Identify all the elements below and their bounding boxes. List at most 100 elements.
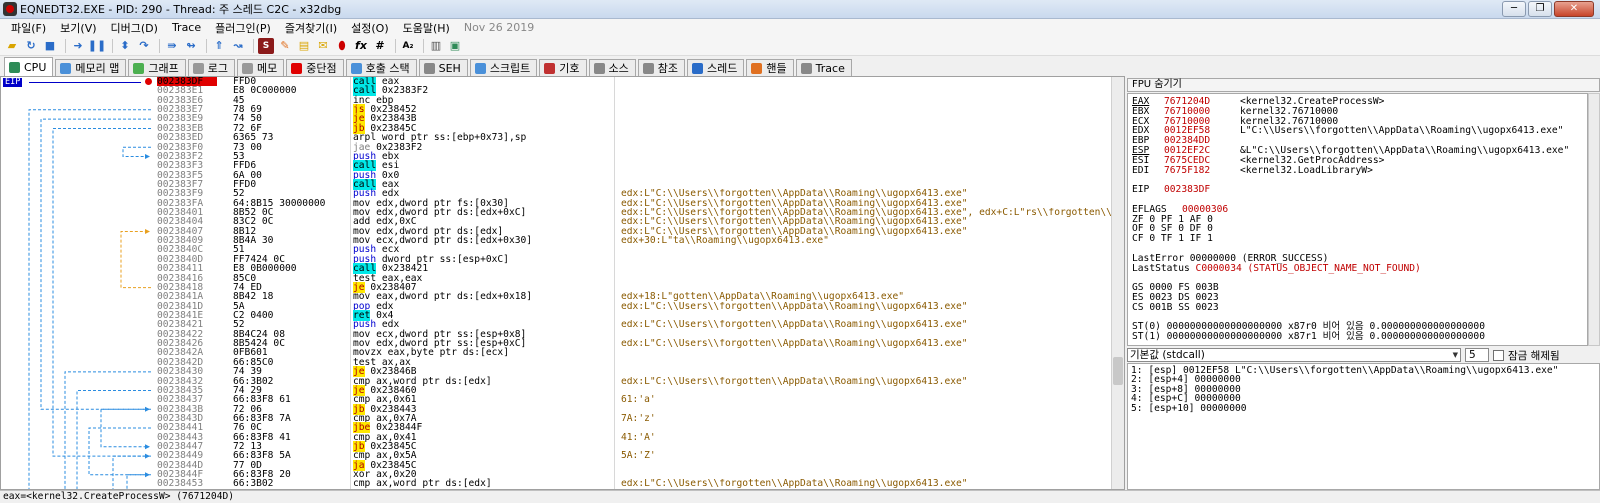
tab-seh[interactable]: SEH — [418, 59, 468, 76]
segment-row[interactable]: CS 001B SS 0023 — [1132, 302, 1219, 313]
close-button[interactable]: ✕ — [1554, 1, 1594, 17]
tab-symbols[interactable]: 기호 — [539, 59, 587, 76]
stop-icon[interactable]: ■ — [42, 38, 58, 54]
instruction-row[interactable]: 0023844D 77 0D ja 0x23845C — [155, 459, 1112, 471]
instruction-row[interactable]: 002383E1 E8 0C000000 call 0x2383F2 — [155, 85, 1112, 97]
module-icon[interactable]: ▥ — [428, 38, 444, 54]
flags-row[interactable]: CF 0 TF 1 IF 1 — [1132, 234, 1213, 244]
instruction-row[interactable]: 00238449 66:83F8 5A cmp ax,0x5A 5A:'Z' — [155, 451, 1112, 461]
instruction-row[interactable]: 002383ED 6365 73 arpl word ptr ss:[ebp+0x7… — [155, 133, 1112, 143]
menu-debug[interactable]: 디버그(D) — [104, 20, 165, 36]
instruction-row[interactable]: 00238453 66:3B02 cmp ax,word ptr ds:[edx] e… — [155, 479, 1112, 489]
instruction-row[interactable]: 00238411 E8 0B000000 call 0x238421 — [155, 263, 1112, 275]
instruction-row[interactable]: 0023844F 66:83F8 20 xor ax,0x20 — [155, 470, 1112, 480]
instruction-row[interactable]: 002383FA 64:8B15 30000000 mov edx,dword pt… — [155, 198, 1112, 208]
comment-icon[interactable]: ▤ — [296, 38, 312, 54]
function-icon[interactable]: fx — [353, 38, 369, 54]
tab-trace[interactable]: Trace — [795, 59, 852, 76]
instruction-row[interactable]: 002383F0 73 00 jae 0x2383F2 — [155, 142, 1112, 152]
hash-icon[interactable]: # — [372, 38, 388, 54]
instruction-row[interactable]: 0023841D 5A pop edx edx:L"C:\\Users\\forgot… — [155, 301, 1112, 311]
maximize-button[interactable]: ❐ — [1528, 1, 1552, 17]
instruction-row[interactable]: 00238409 8B4A 30 mov ecx,dword ptr ds:[edx… — [155, 236, 1112, 246]
fpu-register-row[interactable]: ST(1) 00000000000000000000 x87r1 비어 있음 0… — [1132, 332, 1485, 342]
instruction-row[interactable]: 0023842A 0FB601 movzx eax,byte ptr ds:[ecx… — [155, 348, 1112, 358]
menu-help[interactable]: 도움말(H) — [396, 20, 457, 36]
instruction-row[interactable]: 00238407 8B12 mov edx,dword ptr ds:[edx] ed… — [155, 226, 1112, 236]
tab-script[interactable]: 스크립트 — [469, 59, 538, 76]
scrollbar-thumb[interactable] — [1113, 357, 1123, 385]
register-value[interactable]: 7675F182 — [1164, 165, 1210, 176]
register-value[interactable]: 002383DF — [1164, 185, 1210, 195]
tab-breakpoint[interactable]: 중단점 — [286, 59, 344, 76]
tab-memory-map[interactable]: 메모리 맵 — [55, 59, 127, 76]
scylla-icon[interactable]: S — [258, 37, 274, 54]
label-icon[interactable]: ✉ — [315, 38, 331, 54]
instruction-row[interactable]: 002383E6 45 inc ebp — [155, 95, 1112, 105]
instruction-row[interactable]: 002383F2 53 push ebx — [155, 151, 1112, 161]
run-to-user-code-icon[interactable]: ↝ — [230, 38, 246, 54]
stack-args-view[interactable]: 1: [esp] 0012EF58 L"C:\\Users\\forgotten… — [1127, 363, 1600, 490]
instruction-row[interactable]: 0023840C 51 push ecx — [155, 245, 1112, 255]
open-icon[interactable]: ▰ — [4, 38, 20, 54]
instruction-row[interactable]: 00238422 8B4C24 08 mov ecx,dword ptr ss:[e… — [155, 329, 1112, 339]
registers-view[interactable]: EAX 7671204D <kernel32.CreateProcessW> EBX 7… — [1127, 93, 1588, 346]
instruction-row[interactable]: 0023841A 8B42 18 mov eax,dword ptr ds:[edx… — [155, 292, 1112, 302]
instruction-row[interactable]: 002383F5 6A 00 push 0x0 — [155, 170, 1112, 180]
menu-view[interactable]: 보기(V) — [53, 20, 103, 36]
instruction-row[interactable]: 00238421 52 push edx edx:L"C:\\Users\\forgo… — [155, 320, 1112, 330]
menu-file[interactable]: 파일(F) — [4, 20, 53, 36]
tab-cpu[interactable]: CPU — [4, 57, 54, 76]
calling-convention-select[interactable]: 기본값 (stdcall) — [1127, 348, 1461, 362]
instruction-row[interactable]: 002383E7 78 69 js 0x238452 — [155, 104, 1112, 116]
tab-handles[interactable]: 핸들 — [746, 59, 794, 76]
instruction-row[interactable]: 00238435 74 29 je 0x238460 — [155, 384, 1112, 396]
step-into-icon[interactable]: ⬍ — [117, 38, 133, 54]
execute-till-return-icon[interactable]: ⇑ — [211, 38, 227, 54]
instruction-row[interactable]: 00238404 83C2 0C add edx,0xC edx:L"C:\\User… — [155, 217, 1112, 227]
menu-plugins[interactable]: 플러그인(P) — [208, 20, 278, 36]
instruction-row[interactable]: 00238416 85C0 test eax,eax — [155, 273, 1112, 283]
registers-scrollbar[interactable] — [1588, 93, 1600, 346]
tab-log[interactable]: 로그 — [187, 59, 235, 76]
hide-fpu-button[interactable]: FPU 숨기기 — [1127, 78, 1600, 92]
instruction-row[interactable]: 002383EB 72 6F jb 0x23845C — [155, 122, 1112, 134]
current-instruction-row[interactable]: 002383DF FFD0 call eax — [155, 77, 1112, 87]
trace-over-icon[interactable]: ↬ — [183, 38, 199, 54]
run-icon[interactable]: ➜ — [70, 38, 86, 54]
tab-notes[interactable]: 메모 — [236, 59, 285, 76]
instruction-row[interactable]: 002383F3 FFD6 call esi — [155, 160, 1112, 172]
trace-into-icon[interactable]: ⇛ — [164, 38, 180, 54]
patch-icon[interactable]: ✎ — [277, 38, 293, 54]
unlocked-checkbox[interactable] — [1493, 349, 1504, 361]
instruction-row[interactable]: 002383F7 FFD0 call eax — [155, 178, 1112, 190]
stack-arg-row[interactable]: 5: [esp+10] 00000000 — [1131, 403, 1247, 413]
instruction-row[interactable]: 0023843B 72 06 jb 0x238443 — [155, 403, 1112, 415]
pause-icon[interactable]: ❚❚ — [88, 38, 106, 54]
instruction-row[interactable]: 0023840D FF7424 0C push dword ptr ss:[esp+… — [155, 254, 1112, 264]
tab-references[interactable]: 참조 — [637, 59, 686, 76]
string-icon[interactable]: A₂ — [400, 38, 416, 54]
tab-callstack[interactable]: 호출 스택 — [345, 59, 417, 76]
instruction-row[interactable]: 00238441 76 0C jbe 0x23844F — [155, 422, 1112, 434]
instruction-row[interactable]: 0023842D 66:85C0 test ax,ax — [155, 357, 1112, 367]
instruction-row[interactable]: 00238401 8B52 0C mov edx,dword ptr ds:[edx… — [155, 208, 1112, 218]
bookmark-icon[interactable]: ⬮ — [334, 38, 350, 54]
instruction-row[interactable]: 00238418 74 ED je 0x238407 — [155, 281, 1112, 293]
disassembly-scrollbar[interactable] — [1111, 77, 1124, 489]
restart-icon[interactable]: ↻ — [23, 38, 39, 54]
tab-graph[interactable]: 그래프 — [128, 59, 186, 76]
thread-icon[interactable]: ▣ — [447, 38, 463, 54]
menu-options[interactable]: 설정(O) — [344, 20, 395, 36]
minimize-button[interactable]: ─ — [1502, 1, 1526, 17]
tab-threads[interactable]: 스레드 — [687, 59, 745, 76]
instruction-row[interactable]: 00238432 66:3B02 cmp ax,word ptr ds:[edx] e… — [155, 376, 1112, 386]
tab-source[interactable]: 소스 — [588, 59, 636, 76]
menu-trace[interactable]: Trace — [165, 21, 208, 34]
instruction-row[interactable]: 00238447 72 13 jb 0x23845C — [155, 441, 1112, 453]
disassembly-view[interactable]: EIP 002383DF FFD0 call eax 002383E1 E8 0C000… — [0, 76, 1125, 490]
instruction-row[interactable]: 00238430 74 39 je 0x23846B — [155, 366, 1112, 378]
instruction-row[interactable]: 00238426 8B5424 0C mov edx,dword ptr ss:[e… — [155, 339, 1112, 349]
arg-count-spinbox[interactable]: 5 — [1465, 348, 1489, 362]
instruction-row[interactable]: 002383E9 74 50 je 0x23843B — [155, 113, 1112, 125]
